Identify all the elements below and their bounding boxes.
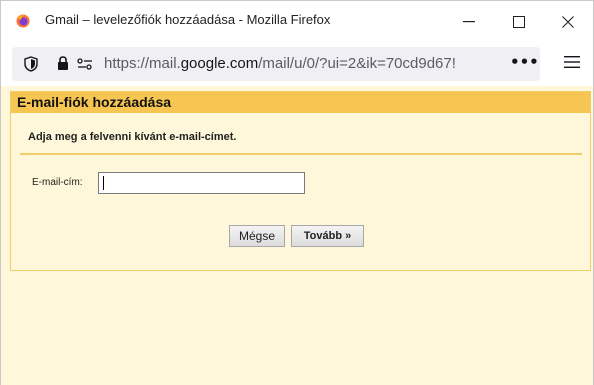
permissions-icon[interactable] — [77, 57, 93, 71]
close-button[interactable] — [545, 7, 591, 37]
page-content: E-mail-fiók hozzáadása Adja meg a felven… — [1, 86, 593, 385]
minimize-button[interactable] — [446, 7, 492, 37]
url-text[interactable]: https://mail.google.com/mail/u/0/?ui=2&i… — [104, 55, 502, 72]
email-label: E-mail-cím: — [32, 177, 83, 188]
lock-icon[interactable] — [57, 56, 69, 71]
maximize-button[interactable] — [496, 7, 542, 37]
hamburger-menu-icon[interactable] — [564, 55, 580, 69]
instruction-text: Adja meg a felvenni kívánt e-mail-címet. — [28, 131, 237, 143]
firefox-window: Gmail – levelezőfiók hozzáadása - Mozill… — [0, 0, 594, 385]
next-button[interactable]: Tovább » — [291, 225, 364, 247]
firefox-icon — [16, 14, 30, 28]
url-host: google.com — [180, 55, 259, 72]
maximize-icon — [513, 16, 525, 28]
url-box[interactable]: https://mail.google.com/mail/u/0/?ui=2&i… — [12, 47, 540, 81]
shield-icon[interactable] — [24, 56, 38, 72]
dialog-header: E-mail-fiók hozzáadása — [11, 92, 590, 113]
email-input[interactable] — [98, 172, 305, 194]
page-actions-button[interactable]: ••• — [510, 53, 539, 71]
url-path: /mail/u/0/?ui=2&ik=70cd9d67! — [258, 55, 456, 72]
title-bar: Gmail – levelezőfiók hozzáadása - Mozill… — [1, 1, 593, 41]
navigation-bar: https://mail.google.com/mail/u/0/?ui=2&i… — [1, 41, 593, 86]
window-title: Gmail – levelezőfiók hozzáadása - Mozill… — [45, 12, 331, 27]
cancel-button[interactable]: Mégse — [229, 225, 285, 247]
add-account-dialog: E-mail-fiók hozzáadása Adja meg a felven… — [10, 91, 591, 271]
text-caret — [103, 176, 104, 190]
close-icon — [562, 16, 574, 28]
minimize-icon — [463, 21, 475, 23]
dialog-title: E-mail-fiók hozzáadása — [17, 94, 172, 110]
url-prefix: https://mail. — [104, 55, 181, 72]
divider — [20, 153, 582, 155]
